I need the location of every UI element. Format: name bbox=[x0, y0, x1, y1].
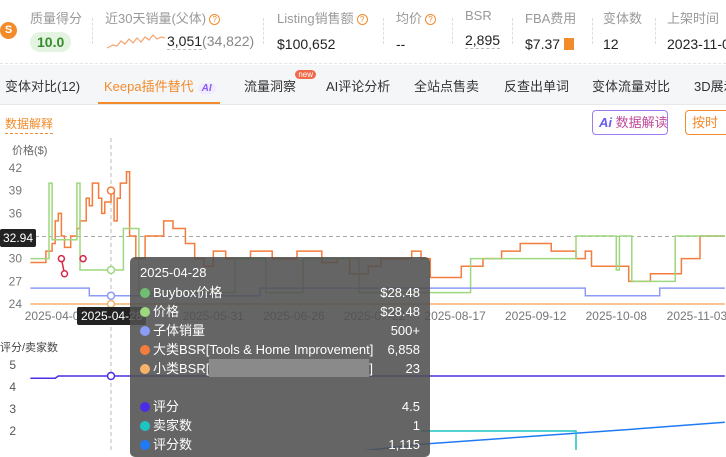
y-tick-label: 27 bbox=[9, 274, 23, 288]
stat-quality: 质量得分 10.0 bbox=[30, 11, 83, 52]
buybox-marker bbox=[57, 254, 66, 263]
tab-reverse-keywords[interactable]: 反查出单词 bbox=[504, 76, 569, 95]
y-tick-label: 24 bbox=[9, 297, 23, 311]
y-tick-label: 36 bbox=[9, 206, 23, 220]
tooltip-row: 评分 4.5 bbox=[140, 397, 420, 416]
tooltip-label: 小类BSR[ bbox=[153, 361, 210, 376]
price-axis-label: 价格($) bbox=[12, 143, 47, 157]
series-dot-icon bbox=[140, 288, 150, 298]
redacted-block bbox=[209, 359, 370, 377]
tooltip-row: 小类BSR[] 23 bbox=[140, 359, 420, 378]
tooltip-row: 卖家数 1 bbox=[140, 416, 420, 435]
x-tick-label: 2025-11-03 bbox=[667, 309, 726, 323]
ai-badge: AI bbox=[197, 83, 216, 94]
series-dot-icon bbox=[140, 402, 150, 412]
hover-point bbox=[106, 186, 116, 195]
tab-bar: 变体对比(12) Keepa插件替代 AI 流量洞察 new AI评论分析 全站点售… bbox=[0, 65, 726, 105]
tooltip-label: 子体销量 bbox=[153, 323, 206, 338]
stat-bsr: BSR 2,895 bbox=[465, 8, 501, 49]
tab-variant-compare[interactable]: 变体对比(12) bbox=[5, 76, 80, 95]
hover-point bbox=[106, 265, 116, 275]
tooltip-row: 子体销量 500+ bbox=[140, 321, 420, 340]
quality-score-badge: 10.0 bbox=[30, 32, 72, 52]
tooltip-label: 大类BSR[Tools & Home Improvement] bbox=[153, 342, 374, 357]
series-dot-icon bbox=[140, 421, 150, 431]
tooltip-value: 1 bbox=[412, 418, 420, 433]
y-tick-label: 42 bbox=[9, 161, 23, 175]
tooltip-value: 4.5 bbox=[401, 399, 420, 414]
tooltip-value: 500+ bbox=[390, 323, 420, 338]
help-icon[interactable]: ? bbox=[425, 14, 437, 25]
tooltip-value: 1,115 bbox=[388, 437, 420, 452]
tooltip-row: 评分数 1,115 bbox=[140, 435, 420, 454]
tooltip-label: 价格 bbox=[153, 304, 180, 319]
tooltip-row: 大类BSR[Tools & Home Improvement] 6,858 bbox=[140, 340, 420, 359]
tooltip-value: 6,858 bbox=[387, 342, 420, 357]
series-dot-icon bbox=[140, 364, 150, 374]
help-icon[interactable]: ? bbox=[356, 14, 368, 25]
y-tick-label: 30 bbox=[9, 252, 23, 266]
tooltip-value: 23 bbox=[405, 361, 420, 376]
new-badge: new bbox=[295, 70, 317, 79]
hover-point bbox=[106, 371, 116, 381]
product-stats-header: S 质量得分 10.0 近30天销量(父体)? 3,051(34,822) Li… bbox=[0, 0, 726, 64]
tab-keepa[interactable]: Keepa插件替代 AI bbox=[104, 76, 216, 95]
stat-fba-fee: FBA费用 $7.37 bbox=[525, 11, 577, 52]
data-explain-link[interactable]: 数据解释 bbox=[5, 115, 54, 134]
tooltip-label: Buybox价格 bbox=[153, 285, 223, 300]
y-tick-label: 2 bbox=[9, 424, 16, 438]
chart-tooltip: 2025-04-28 Buybox价格 $28.48 价格 $28.48 子体销量 500… bbox=[130, 257, 430, 457]
x-tick-label: 2025-08-17 bbox=[424, 309, 486, 323]
stat-variant-count: 变体数 12 bbox=[603, 11, 643, 52]
sales-sparkline bbox=[106, 34, 166, 49]
series-dot-icon bbox=[140, 440, 150, 450]
stat-avg-price: 均价? -- bbox=[396, 8, 437, 52]
y-tick-label: 4 bbox=[9, 380, 16, 394]
series-dot-icon bbox=[140, 345, 150, 355]
tab-3d[interactable]: 3D展示 bbox=[694, 76, 726, 95]
tooltip-value: $28.48 bbox=[380, 304, 420, 319]
tab-variant-traffic[interactable]: 变体流量对比 bbox=[592, 76, 670, 95]
tab-ai-review[interactable]: AI评论分析 bbox=[326, 76, 390, 95]
tooltip-value: $28.48 bbox=[380, 285, 420, 300]
buybox-marker bbox=[60, 270, 69, 278]
series-dot-icon bbox=[140, 307, 150, 317]
series-dot-icon bbox=[140, 326, 150, 336]
tooltip-date: 2025-04-28 bbox=[140, 265, 207, 280]
calculator-icon[interactable] bbox=[563, 38, 574, 50]
x-tick-label: 2025-04-0 bbox=[25, 309, 80, 323]
help-icon[interactable]: ? bbox=[209, 14, 221, 25]
brand-logo: S bbox=[0, 22, 17, 39]
x-tick-label: 2025-10-08 bbox=[586, 309, 648, 323]
bsr-value[interactable]: 2,895 bbox=[465, 32, 501, 49]
tooltip-row: Buybox价格 $28.48 bbox=[140, 283, 420, 302]
y-tick-label: 3 bbox=[9, 402, 16, 416]
stat-launch-date: 上架时间 2023-11-0 bbox=[667, 11, 726, 52]
sales-value[interactable]: 3,051 bbox=[167, 33, 203, 50]
tooltip-label: 评分 bbox=[153, 399, 180, 414]
y-tick-label: 5 bbox=[9, 358, 16, 372]
stat-sales-30d: 近30天销量(父体)? 3,051(34,822) bbox=[105, 11, 255, 50]
hover-point bbox=[106, 291, 116, 300]
buybox-marker bbox=[79, 254, 87, 263]
active-tab-underline bbox=[98, 102, 220, 104]
tooltip-row: 价格 $28.48 bbox=[140, 302, 420, 321]
ai-data-read-button[interactable]: Ai 数据解读 bbox=[592, 110, 668, 135]
y-tick-label: 39 bbox=[9, 184, 23, 198]
time-range-button[interactable]: 按时 bbox=[685, 110, 726, 135]
crosshair-value-badge: 32.94 bbox=[0, 229, 37, 247]
rating-axis-label: 评分/卖家数 bbox=[0, 340, 58, 354]
stat-listing-revenue: Listing销售额? $100,652 bbox=[277, 8, 368, 52]
series-line-卖家数 bbox=[421, 430, 577, 450]
tab-all-sites[interactable]: 全站点售卖 bbox=[414, 76, 479, 95]
x-tick-label: 2025-09-12 bbox=[505, 309, 567, 323]
tooltip-label: 卖家数 bbox=[153, 418, 193, 433]
tab-traffic[interactable]: 流量洞察 new bbox=[244, 70, 317, 95]
